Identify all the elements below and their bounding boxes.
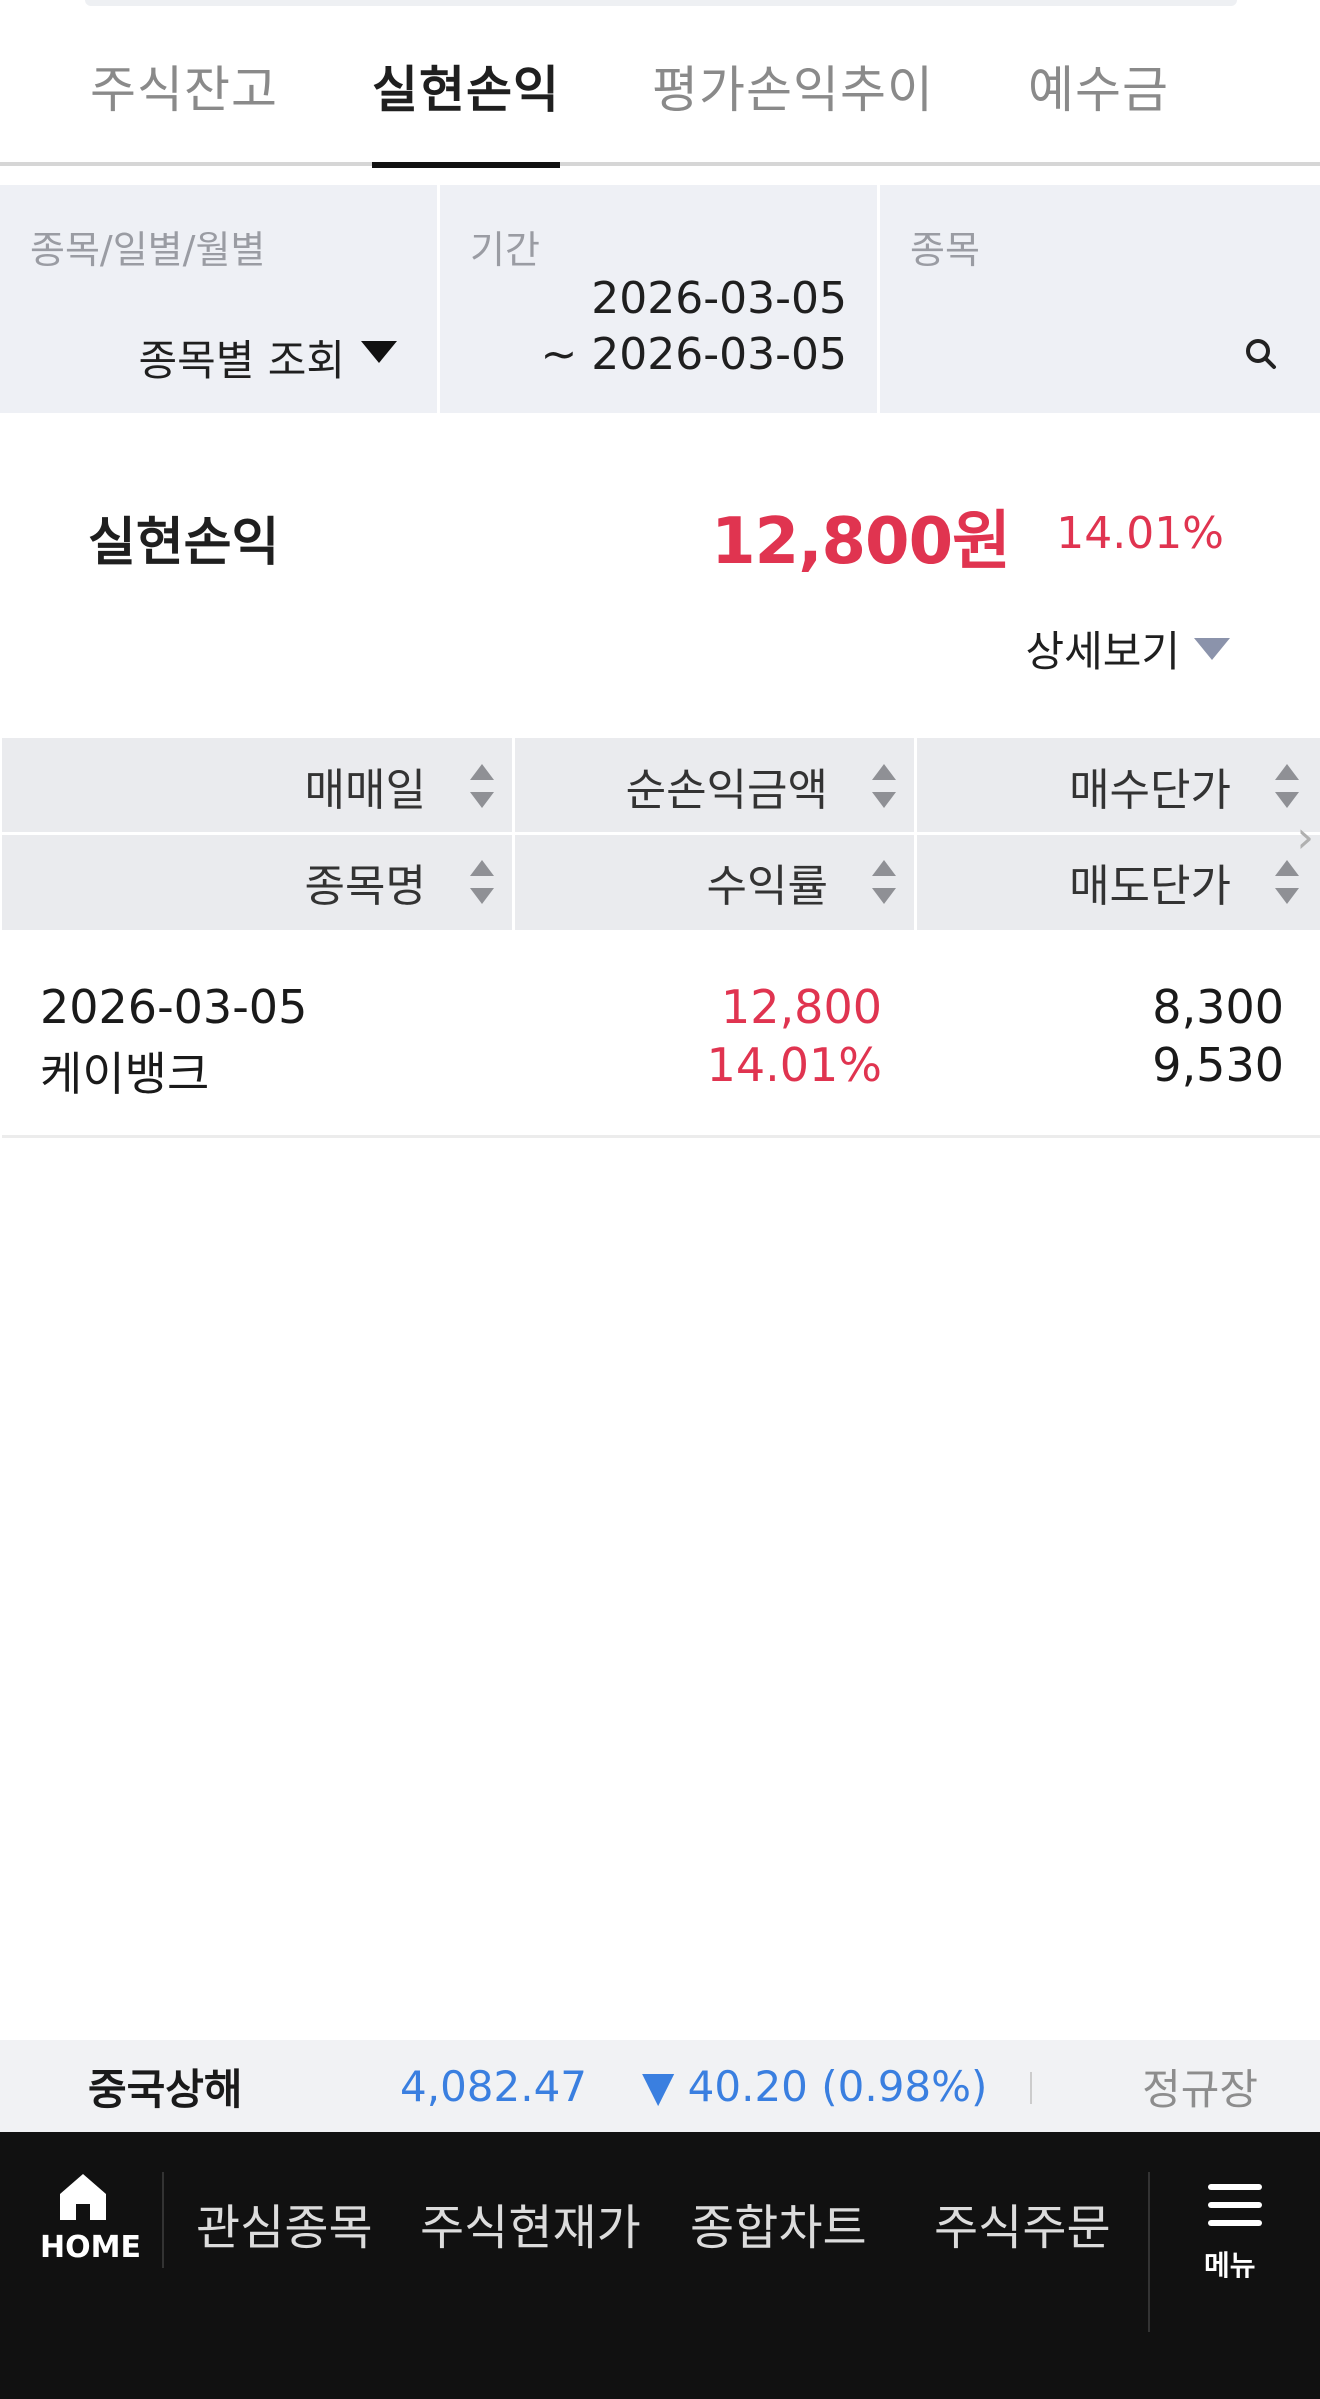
header-return-rate[interactable]: 수익률: [515, 836, 914, 928]
sort-icon: [1275, 764, 1299, 808]
row-net-profit: 12,800: [721, 980, 882, 1034]
sort-icon: [872, 764, 896, 808]
header-stock-name-label: 종목명: [304, 861, 426, 912]
header-net-profit-label: 순손익금액: [625, 765, 828, 816]
header-return-rate-label: 수익률: [706, 861, 828, 912]
summary-amount: 12,800원: [711, 505, 1011, 579]
chevron-right-icon[interactable]: ›: [1296, 812, 1314, 863]
nav-home-label: HOME: [40, 2230, 141, 2265]
header-buy-price[interactable]: 매수단가: [917, 740, 1317, 832]
index-ticker[interactable]: 중국상해 4,082.47 ▼ 40.20 (0.98%) 정규장: [0, 2040, 1320, 2132]
caret-down-icon: [361, 341, 397, 363]
row-sell-price: 9,530: [1152, 1038, 1284, 1092]
nav-divider: [1148, 2172, 1150, 2332]
tab-stock-balance[interactable]: 주식잔고: [90, 50, 278, 166]
summary-label: 실현손익: [88, 513, 280, 573]
search-icon[interactable]: [1242, 335, 1280, 373]
ticker-index-price: 4,082.47: [400, 2061, 588, 2111]
row-stock-name: 케이뱅크: [40, 1047, 210, 1101]
header-trade-date-label: 매매일: [304, 765, 426, 816]
menu-icon: [1208, 2220, 1262, 2226]
caret-down-icon: [1194, 637, 1230, 660]
nav-menu-label: 메뉴: [1204, 2249, 1256, 2282]
tab-bar: 주식잔고 실현손익 평가손익추이 예수금: [0, 0, 1320, 168]
header-stock-name[interactable]: 종목명: [2, 836, 512, 928]
sort-icon: [1275, 860, 1299, 904]
home-icon: [60, 2174, 106, 2220]
sort-icon: [470, 860, 494, 904]
ticker-index-change: ▼ 40.20 (0.98%): [642, 2061, 988, 2111]
period-end-date: ~ 2026-03-05: [540, 329, 847, 380]
tab-valuation-trend[interactable]: 평가손익추이: [652, 50, 934, 166]
stock-label: 종목: [910, 228, 980, 272]
nav-divider: [162, 2172, 164, 2268]
detail-view-button[interactable]: 상세보기: [1025, 618, 1230, 679]
nav-item-current-price[interactable]: 주식현재가: [420, 2188, 641, 2258]
sort-icon: [872, 860, 896, 904]
ticker-index-name: 중국상해: [88, 2064, 243, 2114]
table-row[interactable]: 2026-03-05 케이뱅크 12,800 14.01% 8,300 9,53…: [2, 930, 1320, 1138]
summary-rate: 14.01%: [1056, 508, 1224, 559]
row-buy-price: 8,300: [1152, 980, 1284, 1034]
tab-realized-profit[interactable]: 실현손익: [372, 50, 560, 168]
header-divider: [2, 832, 1320, 835]
stock-search-field[interactable]: 종목: [880, 185, 1320, 413]
view-type-dropdown[interactable]: 종목/일별/월별 종목별 조회: [0, 185, 440, 413]
period-start-date: 2026-03-05: [591, 273, 847, 324]
nav-item-order[interactable]: 주식주문: [934, 2188, 1111, 2258]
header-buy-price-label: 매수단가: [1069, 765, 1231, 816]
ticker-divider: [1030, 2072, 1032, 2104]
header-net-profit[interactable]: 순손익금액: [515, 740, 914, 832]
nav-menu-button[interactable]: 메뉴: [1204, 2178, 1274, 2288]
sort-icon: [470, 764, 494, 808]
bottom-navigation: HOME 관심종목 주식현재가 종합차트 주식주문 메뉴: [0, 2132, 1320, 2399]
row-return-rate: 14.01%: [706, 1038, 882, 1092]
header-sell-price[interactable]: 매도단가: [917, 836, 1317, 928]
detail-view-label: 상세보기: [1025, 627, 1180, 676]
view-type-label: 종목/일별/월별: [30, 228, 266, 272]
period-label: 기간: [470, 228, 540, 272]
nav-item-watchlist[interactable]: 관심종목: [196, 2188, 373, 2258]
row-trade-date: 2026-03-05: [40, 980, 308, 1034]
tab-deposit[interactable]: 예수금: [1028, 50, 1169, 166]
period-selector[interactable]: 기간 2026-03-05 ~ 2026-03-05: [440, 185, 880, 413]
menu-icon: [1208, 2184, 1262, 2190]
menu-icon: [1208, 2202, 1262, 2208]
filter-bar: 종목/일별/월별 종목별 조회 기간 2026-03-05 ~ 2026-03-…: [0, 185, 1320, 413]
realized-profit-screen: 주식잔고 실현손익 평가손익추이 예수금 종목/일별/월별 종목별 조회 기간 …: [0, 0, 1320, 2399]
nav-home-button[interactable]: HOME: [26, 2172, 142, 2272]
header-sell-price-label: 매도단가: [1069, 861, 1231, 912]
ticker-session-status: 정규장: [1142, 2064, 1258, 2114]
header-trade-date[interactable]: 매매일: [2, 740, 512, 832]
nav-item-chart[interactable]: 종합차트: [690, 2188, 867, 2258]
view-type-value: 종목별 조회: [138, 336, 345, 385]
